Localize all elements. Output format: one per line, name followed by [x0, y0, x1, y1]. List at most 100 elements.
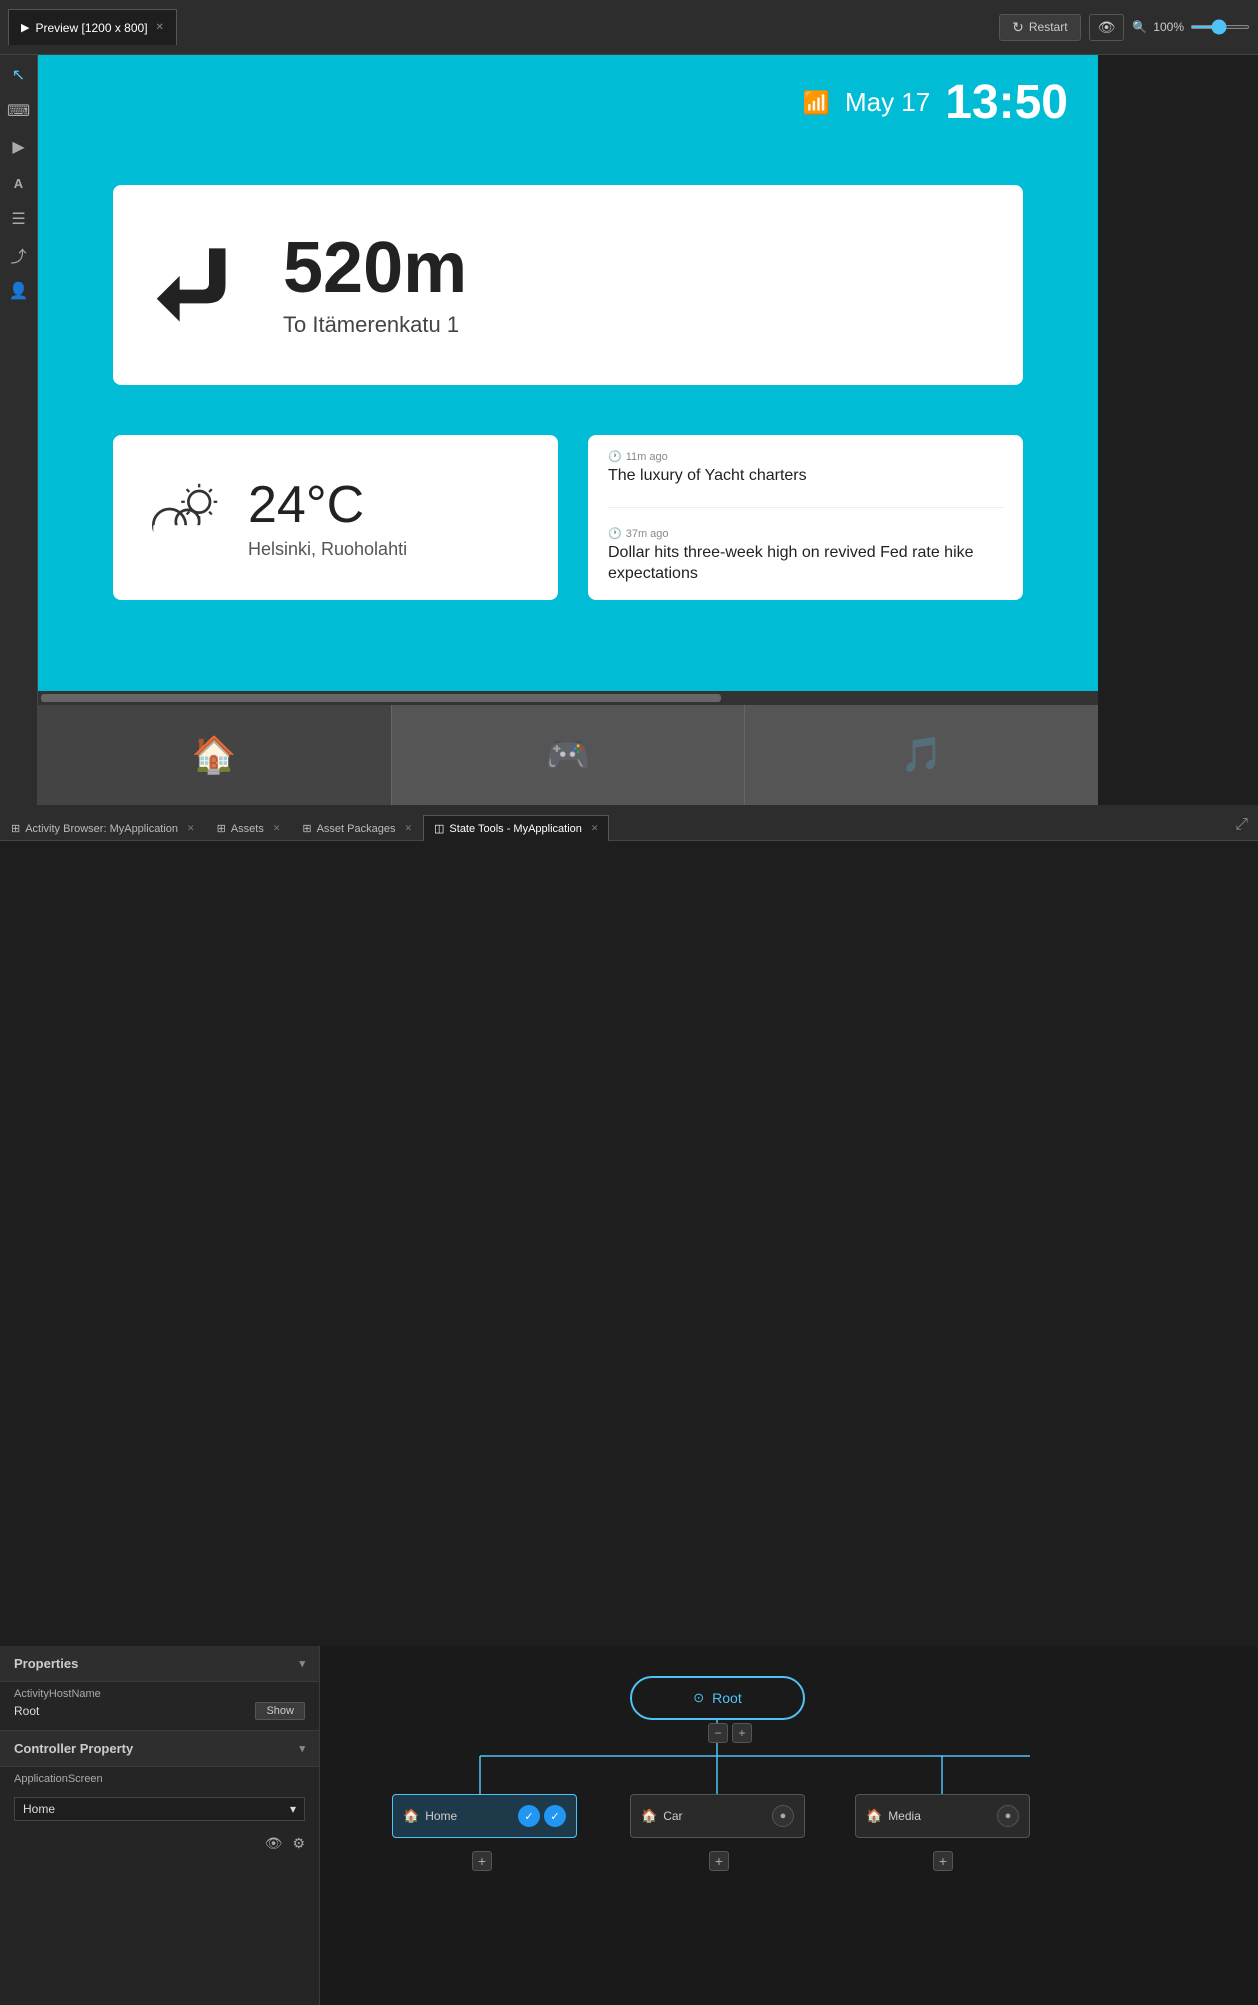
sidebar-icon-keyboard[interactable]: ⌨	[7, 99, 31, 123]
zoom-slider[interactable]	[1190, 25, 1250, 29]
search-icon: 🔍	[1132, 20, 1147, 34]
tab3-close[interactable]: ✕	[404, 823, 412, 834]
properties-chevron: ▾	[299, 1657, 305, 1670]
media-node-icon: 🏠	[866, 1808, 882, 1824]
home-node-label: Home	[425, 1809, 457, 1823]
show-button[interactable]: Show	[255, 1702, 305, 1720]
news-time-1: 🕐 11m ago	[608, 450, 1003, 463]
nav-street: To Itämerenkatu 1	[283, 312, 467, 338]
left-sidebar: ↖ ⌨ ▶ A ☰ ⤴ 👤	[0, 55, 38, 805]
root-node-icon: ⊙	[693, 1690, 704, 1706]
root-minus-button[interactable]: −	[708, 1723, 728, 1743]
controller-property-section: Controller Property ▾ ApplicationScreen …	[0, 1730, 319, 1862]
activity-icon: ⊞	[11, 822, 20, 835]
panel-expand-button[interactable]: ⤢	[1225, 810, 1258, 840]
news-headline-2: Dollar hits three-week high on revived F…	[608, 543, 1003, 585]
home-plus-button[interactable]: +	[472, 1851, 492, 1871]
assets-icon: ⊞	[217, 822, 226, 835]
news-item-2: 🕐 37m ago Dollar hits three-week high on…	[608, 527, 1003, 585]
sidebar-icon-users[interactable]: 👤	[7, 279, 31, 303]
packages-icon: ⊞	[302, 822, 311, 835]
tab-bar-music[interactable]: 🎵	[744, 705, 1098, 805]
tab-activity-browser[interactable]: ⊞ Activity Browser: MyApplication ✕	[0, 815, 206, 841]
sidebar-icon-share[interactable]: ⤴	[7, 243, 31, 267]
root-plus-button[interactable]: +	[732, 1723, 752, 1743]
bottom-area: ⊞ Activity Browser: MyApplication ✕ ⊞ As…	[0, 805, 1258, 1200]
nav-info: 520m To Itämerenkatu 1	[283, 232, 467, 338]
date-text: May 17	[845, 87, 930, 118]
turn-arrow-icon	[143, 230, 253, 340]
preview-area: 📶 May 17 13:50 520m To Itämerenkatu 1	[38, 55, 1098, 805]
preview-scrollbar	[38, 691, 1098, 705]
scroll-thumb[interactable]	[41, 694, 721, 702]
root-conn-buttons: − +	[708, 1723, 752, 1743]
tab1-close[interactable]: ✕	[187, 823, 195, 834]
top-toolbar: ▶ Preview [1200 x 800] ✕ ↻ Restart 👁 🔍 1…	[0, 0, 1258, 55]
prop-icons-row: 👁 ⚙	[0, 1825, 319, 1862]
tab2-close[interactable]: ✕	[273, 823, 281, 834]
zoom-area: 🔍 100%	[1132, 20, 1250, 34]
sidebar-icon-layers[interactable]: ☰	[7, 207, 31, 231]
restart-icon: ↻	[1012, 19, 1024, 36]
nav-distance: 520m	[283, 232, 467, 304]
sidebar-icon-text[interactable]: A	[7, 171, 31, 195]
controller-property-header[interactable]: Controller Property ▾	[0, 1731, 319, 1767]
home-icon: 🏠	[192, 734, 237, 776]
tab-bar: 🏠 🎮 🎵	[38, 705, 1098, 805]
clock-icon-1: 🕐	[608, 450, 622, 463]
news-item-1: 🕐 11m ago The luxury of Yacht charters	[608, 450, 1003, 487]
media-plus-button[interactable]: +	[933, 1851, 953, 1871]
bottom-tabs-bar: ⊞ Activity Browser: MyApplication ✕ ⊞ As…	[0, 805, 1258, 841]
home-badge-check1: ✓	[518, 1805, 540, 1827]
toolbar-right: ↻ Restart 👁 🔍 100%	[999, 14, 1250, 41]
app-screen-value: Home	[23, 1802, 55, 1816]
tab-asset-packages[interactable]: ⊞ Asset Packages ✕	[291, 815, 423, 841]
root-node-label: Root	[712, 1690, 742, 1706]
home-node-icon: 🏠	[403, 1808, 419, 1824]
preview-tab-close[interactable]: ✕	[156, 22, 164, 33]
home-badge-check2: ✓	[544, 1805, 566, 1827]
wifi-icon: 📶	[803, 90, 830, 116]
settings-prop-button[interactable]: ⚙	[292, 1835, 305, 1852]
controller-property-label: Controller Property	[14, 1741, 133, 1756]
activity-host-row: ActivityHostName Root Show	[0, 1682, 319, 1726]
sidebar-icon-pointer[interactable]: ▶	[7, 135, 31, 159]
activity-host-value-row: Root Show	[14, 1702, 305, 1720]
preview-tab-label: Preview [1200 x 800]	[35, 21, 147, 35]
dropdown-chevron-icon: ▾	[290, 1802, 296, 1816]
media-node[interactable]: 🏠 Media ●	[855, 1794, 1030, 1838]
app-screen-row: ApplicationScreen	[0, 1767, 319, 1793]
eye-button[interactable]: 👁	[1089, 14, 1125, 41]
car-plus-button[interactable]: +	[709, 1851, 729, 1871]
eye-prop-button[interactable]: 👁	[265, 1835, 283, 1852]
diagram-area: ⊙ Root − + 🏠 Home ✓ ✓ 🏠 Car ● 🏠 Media	[320, 1646, 1258, 2005]
sidebar-icon-cursor[interactable]: ↖	[7, 63, 31, 87]
weather-location: Helsinki, Ruoholahti	[248, 539, 407, 560]
tab-state-tools[interactable]: ◫ State Tools - MyApplication ✕	[423, 815, 609, 841]
car-icon: 🎮	[546, 734, 591, 776]
properties-section-header[interactable]: Properties ▾	[0, 1646, 319, 1682]
news-headline-1: The luxury of Yacht charters	[608, 466, 1003, 487]
news-divider	[608, 507, 1003, 508]
tab-bar-car[interactable]: 🎮	[392, 705, 745, 805]
tab-bar-home[interactable]: 🏠	[38, 705, 392, 805]
activity-host-label: ActivityHostName	[14, 1688, 305, 1700]
app-screen-dropdown[interactable]: Home ▾	[14, 1797, 305, 1821]
tab4-close[interactable]: ✕	[591, 823, 599, 834]
car-badge: ●	[772, 1805, 794, 1827]
tab-assets[interactable]: ⊞ Assets ✕	[206, 815, 292, 841]
root-node[interactable]: ⊙ Root	[630, 1676, 805, 1720]
weather-card: 24°C Helsinki, Ruoholahti	[113, 435, 558, 600]
media-node-label: Media	[888, 1809, 921, 1823]
restart-button[interactable]: ↻ Restart	[999, 14, 1080, 41]
weather-icon	[138, 478, 228, 558]
car-node-label: Car	[663, 1809, 682, 1823]
app-screen-label: ApplicationScreen	[14, 1773, 305, 1785]
car-node-icon: 🏠	[641, 1808, 657, 1824]
news-card: 🕐 11m ago The luxury of Yacht charters 🕐…	[588, 435, 1023, 600]
weather-temp: 24°C	[248, 475, 407, 535]
preview-tab[interactable]: ▶ Preview [1200 x 800] ✕	[8, 9, 177, 45]
car-node[interactable]: 🏠 Car ●	[630, 1794, 805, 1838]
properties-label: Properties	[14, 1656, 78, 1671]
home-node[interactable]: 🏠 Home ✓ ✓	[392, 1794, 577, 1838]
